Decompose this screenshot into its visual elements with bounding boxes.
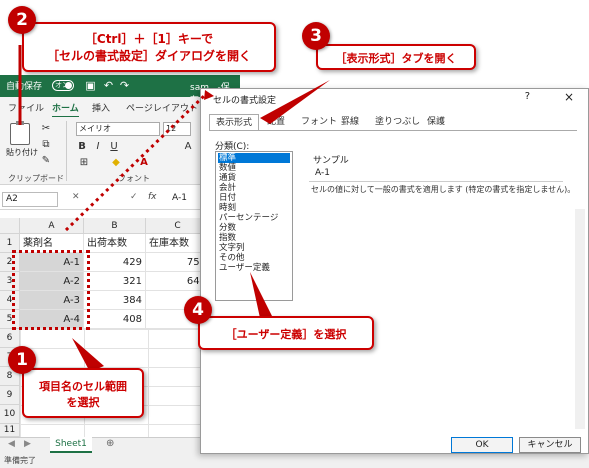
callout-3-line1: ［表示形式］タブを開く bbox=[335, 52, 457, 65]
callout-4: ［ユーザー定義］を選択 bbox=[198, 316, 374, 350]
step-3-badge: 3 bbox=[302, 22, 330, 50]
step-1-badge: 1 bbox=[8, 346, 36, 374]
arrow-3-pointer bbox=[260, 80, 330, 124]
callout-2-line1: ［Ctrl］＋［1］キーで bbox=[84, 32, 214, 46]
callout-3: ［表示形式］タブを開く bbox=[316, 44, 476, 70]
callout-2-line2: ［セルの書式設定］ダイアログを開く bbox=[46, 49, 251, 63]
step-4-badge: 4 bbox=[184, 296, 212, 324]
arrow-ctrl1-path bbox=[64, 93, 207, 232]
callout-4-line1: ［ユーザー定義］を選択 bbox=[225, 328, 347, 341]
callout-1: 項目名のセル範囲 を選択 bbox=[22, 368, 144, 418]
callout-1-line1: 項目名のセル範囲 bbox=[39, 380, 127, 393]
arrow-4-pointer bbox=[250, 272, 272, 318]
callout-2: ［Ctrl］＋［1］キーで ［セルの書式設定］ダイアログを開く bbox=[22, 22, 276, 72]
callout-1-line2: を選択 bbox=[66, 396, 100, 409]
step-2-badge: 2 bbox=[8, 6, 36, 34]
arrow-1-pointer bbox=[72, 338, 104, 372]
arrow-ctrl1-head bbox=[204, 90, 214, 100]
